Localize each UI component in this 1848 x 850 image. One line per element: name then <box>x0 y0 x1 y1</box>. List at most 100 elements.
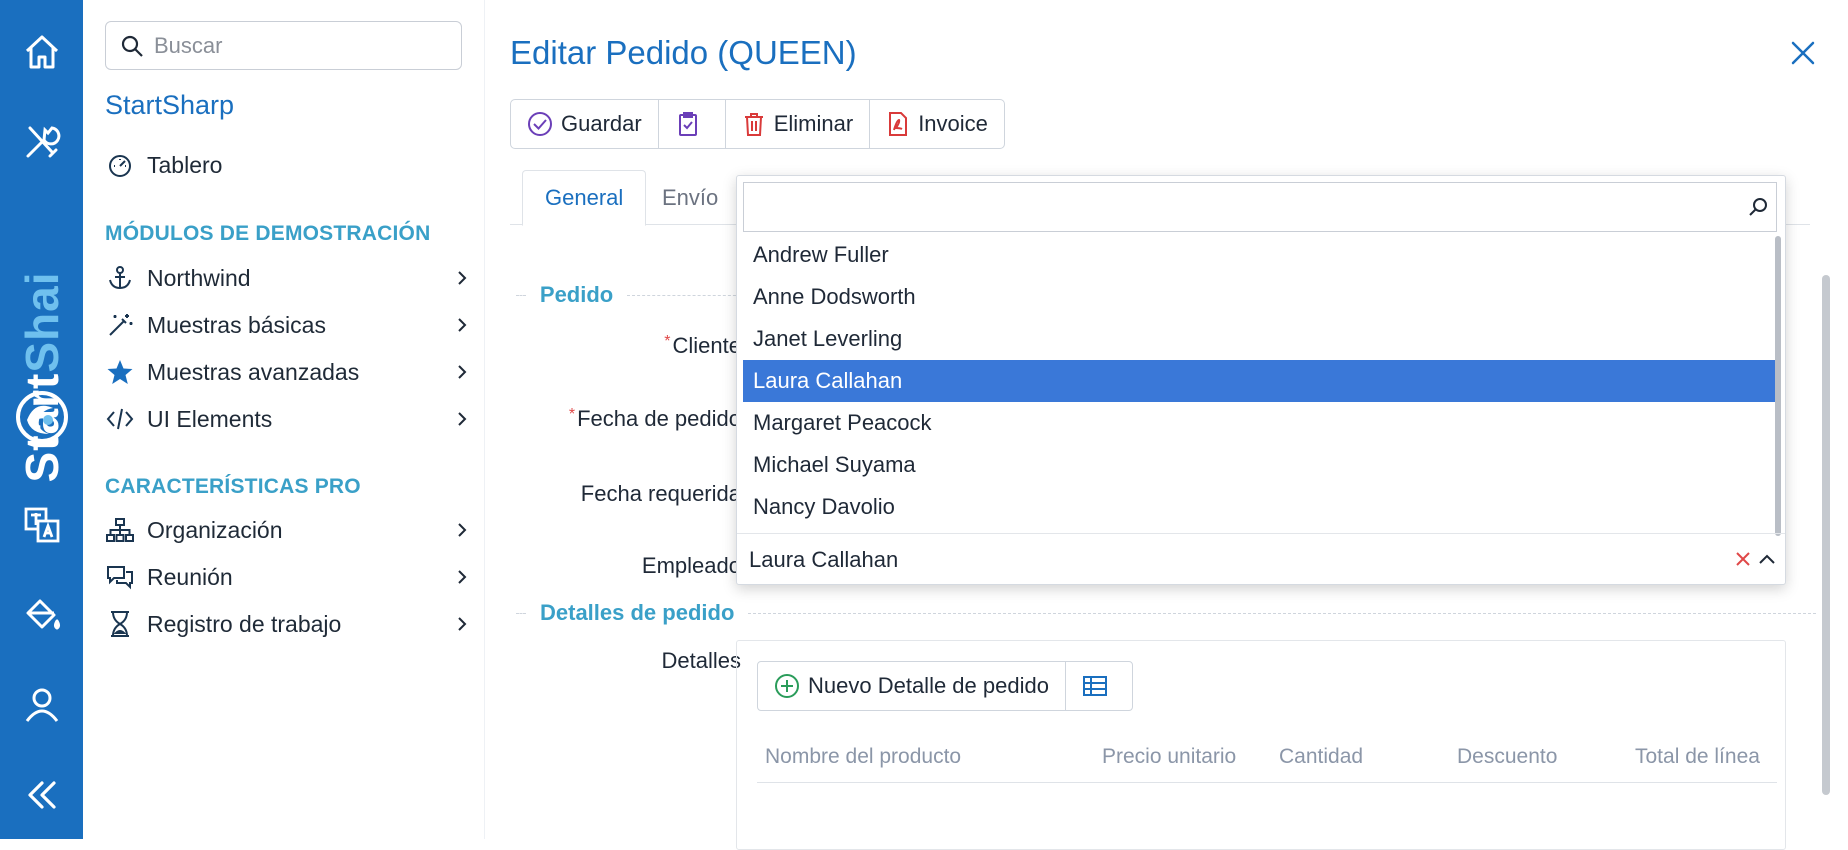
save-label: Guardar <box>561 111 642 136</box>
table-icon <box>1082 676 1107 696</box>
pdf-icon <box>889 112 908 136</box>
collapse-icon[interactable] <box>0 765 83 825</box>
dropdown-option[interactable]: Nancy Davolio <box>743 486 1777 528</box>
column-header[interactable]: Precio unitario <box>1102 745 1236 769</box>
column-header[interactable]: Cantidad <box>1279 745 1363 769</box>
chevron-right-icon <box>458 412 467 426</box>
sidebar-item-label: UI Elements <box>147 405 273 432</box>
details-grid: Nuevo Detalle de pedido Nombre del produ… <box>736 640 1786 850</box>
dropdown-option-selected[interactable]: Laura Callahan <box>743 360 1777 402</box>
plus-circle-icon <box>775 674 799 698</box>
star-icon <box>105 357 135 387</box>
magic-wand-icon <box>105 310 135 340</box>
sidebar-item-label: Organización <box>147 516 283 543</box>
search-icon <box>121 35 143 57</box>
dropdown-scrollbar[interactable] <box>1775 236 1781 536</box>
sidebar-item-label: Reunión <box>147 563 233 590</box>
home-icon[interactable] <box>0 22 83 82</box>
sidebar-item-northwind[interactable]: Northwind <box>105 258 475 298</box>
sidebar-item-meeting[interactable]: Reunión <box>105 557 475 597</box>
translate-icon[interactable] <box>0 495 83 555</box>
employee-dropdown: Andrew Fuller Anne Dodsworth Janet Lever… <box>736 175 1786 585</box>
gauge-icon <box>105 150 135 180</box>
dropdown-option[interactable]: Anne Dodsworth <box>743 276 1777 318</box>
invoice-label: Invoice <box>918 111 988 136</box>
close-icon[interactable] <box>1788 38 1818 68</box>
chevron-right-icon <box>458 570 467 584</box>
sidebar-search-input[interactable]: Buscar <box>105 21 462 70</box>
details-toolbar: Nuevo Detalle de pedido <box>757 661 1133 711</box>
brand-logo: StartShai <box>7 180 77 482</box>
section-pro-features: CARACTERÍSTICAS PRO <box>105 475 361 498</box>
customer-label: *Cliente <box>664 333 741 358</box>
org-chart-icon <box>105 515 135 545</box>
save-button[interactable]: Guardar <box>511 100 659 148</box>
brand-wordmark: StartShai <box>16 271 68 483</box>
employee-label: Empleado <box>641 553 741 578</box>
order-dialog: Editar Pedido (QUEEN) Guardar Eliminar I… <box>486 0 1848 850</box>
anchor-icon <box>105 263 135 293</box>
chevron-right-icon <box>458 271 467 285</box>
sidebar-item-label: Muestras avanzadas <box>147 358 360 385</box>
clear-icon[interactable] <box>1735 551 1751 567</box>
required-date-label: Fecha requerida <box>580 481 741 506</box>
details-label: Detalles <box>661 648 741 673</box>
dropdown-option[interactable]: Margaret Peacock <box>743 402 1777 444</box>
search-icon <box>1749 198 1767 216</box>
chevron-right-icon <box>458 523 467 537</box>
dropdown-option[interactable]: Michael Suyama <box>743 444 1777 486</box>
app-title[interactable]: StartSharp <box>105 90 234 121</box>
employee-value: Laura Callahan <box>749 546 899 572</box>
new-detail-button[interactable]: Nuevo Detalle de pedido <box>758 662 1066 710</box>
check-circle-icon <box>528 112 552 136</box>
sidebar-item-advanced-samples[interactable]: Muestras avanzadas <box>105 352 475 392</box>
order-date-label: *Fecha de pedido <box>568 406 741 431</box>
dropdown-option[interactable]: Andrew Fuller <box>743 234 1777 276</box>
chat-bubbles-icon <box>105 562 135 592</box>
dropdown-search-input[interactable] <box>743 182 1777 232</box>
trash-icon <box>744 113 763 136</box>
chevron-right-icon <box>458 318 467 332</box>
dialog-scrollbar[interactable] <box>1822 275 1830 795</box>
column-header[interactable]: Total de línea <box>1635 745 1760 769</box>
delete-button[interactable]: Eliminar <box>726 100 871 148</box>
invoice-button[interactable]: Invoice <box>870 100 1004 148</box>
chevron-right-icon <box>458 617 467 631</box>
sidebar-item-label: Tablero <box>147 151 223 178</box>
new-detail-label: Nuevo Detalle de pedido <box>808 673 1049 698</box>
sidebar-item-dashboard[interactable]: Tablero <box>105 145 475 185</box>
dialog-title: Editar Pedido (QUEEN) <box>510 34 857 71</box>
chevron-up-icon[interactable] <box>1757 550 1777 570</box>
search-placeholder: Buscar <box>154 32 223 58</box>
sidebar-item-work-log[interactable]: Registro de trabajo <box>105 604 475 644</box>
employee-select[interactable]: Laura Callahan <box>737 533 1785 585</box>
chevron-right-icon <box>458 365 467 379</box>
sidebar-item-organization[interactable]: Organización <box>105 510 475 550</box>
tools-icon[interactable] <box>0 112 83 172</box>
user-icon[interactable] <box>0 675 83 735</box>
paint-bucket-icon[interactable] <box>0 585 83 645</box>
sidebar: Buscar StartSharp Tablero MÓDULOS DE DEM… <box>83 0 485 839</box>
sidebar-item-label: Northwind <box>147 264 251 291</box>
column-header[interactable]: Nombre del producto <box>765 745 961 769</box>
column-picker-button[interactable] <box>1066 662 1132 710</box>
clipboard-check-icon <box>678 112 697 136</box>
sidebar-item-label: Muestras básicas <box>147 311 326 338</box>
delete-label: Eliminar <box>773 111 854 136</box>
tab-general[interactable]: General <box>522 170 647 226</box>
sidebar-item-label: Registro de trabajo <box>147 610 342 637</box>
sidebar-item-basic-samples[interactable]: Muestras básicas <box>105 305 475 345</box>
column-header[interactable]: Descuento <box>1457 745 1557 769</box>
hourglass-icon <box>105 609 135 639</box>
grid-header: Nombre del producto Precio unitario Cant… <box>757 737 1777 783</box>
section-order-details: Detalles de pedido <box>516 598 1816 628</box>
brand-swirl-icon <box>16 391 68 443</box>
dropdown-option[interactable]: Janet Leverling <box>743 318 1777 360</box>
dropdown-options: Andrew Fuller Anne Dodsworth Janet Lever… <box>743 234 1777 534</box>
apply-button[interactable] <box>659 100 726 148</box>
tab-shipping[interactable]: Envío <box>640 170 740 225</box>
sidebar-item-ui-elements[interactable]: UI Elements <box>105 399 475 439</box>
section-demo-modules: MÓDULOS DE DEMOSTRACIÓN <box>105 222 431 245</box>
section-order: Pedido <box>516 280 746 310</box>
code-icon <box>105 404 135 434</box>
